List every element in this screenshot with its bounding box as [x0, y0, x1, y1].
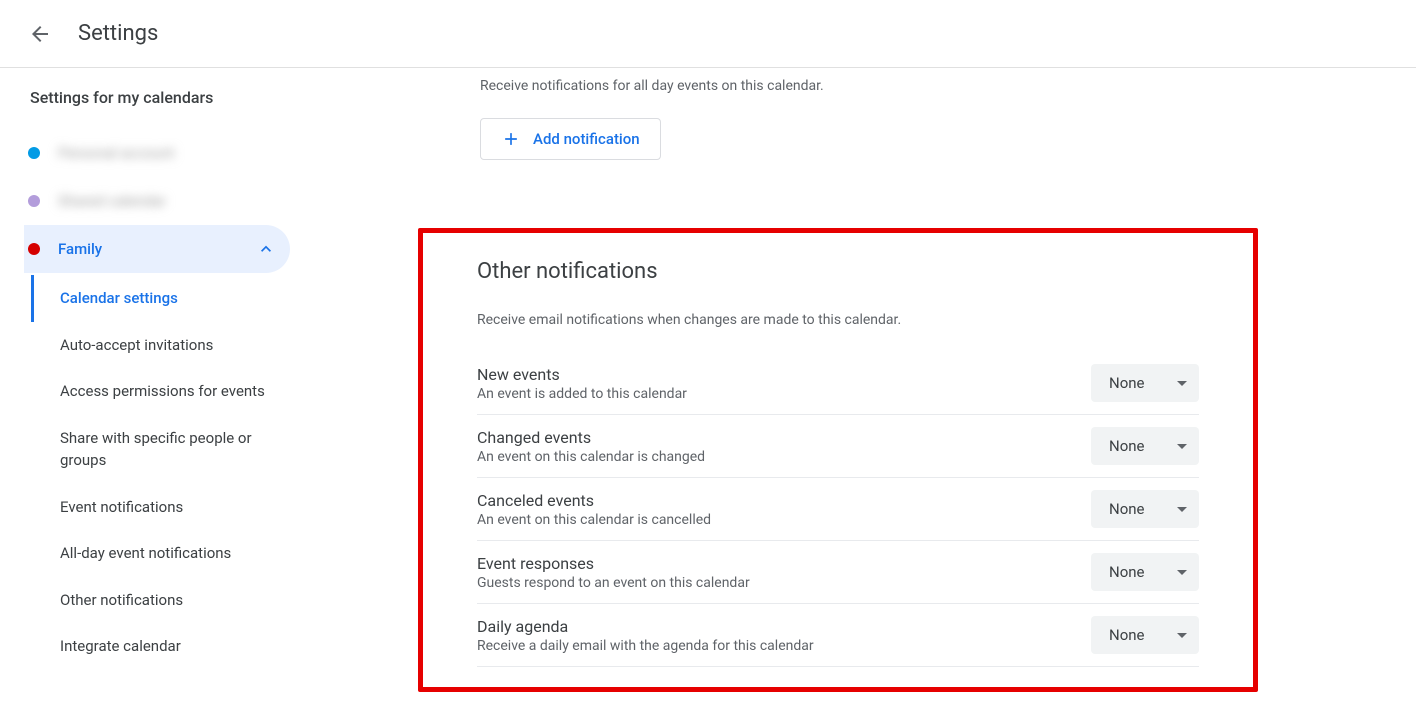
- subnav-share-people[interactable]: Share with specific people or groups: [32, 415, 300, 484]
- subnav-calendar-settings[interactable]: Calendar settings: [31, 275, 300, 322]
- notif-text: Daily agenda Receive a daily email with …: [477, 617, 1091, 654]
- subnav-allday-notifications[interactable]: All-day event notifications: [32, 530, 300, 577]
- calendar-color-dot: [28, 243, 40, 255]
- notif-text: Canceled events An event on this calenda…: [477, 491, 1091, 528]
- calendar-item[interactable]: Personal account: [24, 129, 290, 177]
- back-button[interactable]: [20, 14, 60, 54]
- calendar-label: Personal account: [58, 144, 276, 162]
- add-notification-label: Add notification: [533, 130, 640, 148]
- notif-dropdown[interactable]: None: [1091, 364, 1199, 402]
- arrow-left-icon: [28, 22, 52, 46]
- notif-dropdown[interactable]: None: [1091, 490, 1199, 528]
- dropdown-value: None: [1109, 437, 1145, 455]
- dropdown-triangle-icon: [1177, 633, 1187, 638]
- sidebar: Settings for my calendars Personal accou…: [0, 68, 300, 704]
- dropdown-triangle-icon: [1177, 381, 1187, 386]
- notif-title: New events: [477, 365, 1091, 384]
- chevron-up-icon: [256, 239, 276, 259]
- dropdown-triangle-icon: [1177, 570, 1187, 575]
- calendar-color-dot: [28, 195, 40, 207]
- subnav-event-notifications[interactable]: Event notifications: [32, 484, 300, 531]
- notif-subtitle: An event on this calendar is changed: [477, 449, 1091, 465]
- subnav-integrate-calendar[interactable]: Integrate calendar: [32, 623, 300, 670]
- dropdown-triangle-icon: [1177, 507, 1187, 512]
- notif-row-new-events: New events An event is added to this cal…: [477, 352, 1199, 415]
- notif-text: Changed events An event on this calendar…: [477, 428, 1091, 465]
- subnav: Calendar settings Auto-accept invitation…: [30, 275, 300, 670]
- other-notifications-section: Other notifications Receive email notifi…: [418, 228, 1258, 692]
- sidebar-heading: Settings for my calendars: [30, 88, 300, 107]
- notif-dropdown[interactable]: None: [1091, 553, 1199, 591]
- notif-dropdown[interactable]: None: [1091, 616, 1199, 654]
- notif-subtitle: Guests respond to an event on this calen…: [477, 575, 1091, 591]
- notif-subtitle: An event is added to this calendar: [477, 386, 1091, 402]
- calendar-label: Shared calendar: [58, 192, 276, 210]
- content: Settings for my calendars Personal accou…: [0, 68, 1416, 704]
- section-title: Other notifications: [477, 259, 1199, 284]
- notif-title: Canceled events: [477, 491, 1091, 510]
- dropdown-value: None: [1109, 563, 1145, 581]
- notif-row-event-responses: Event responses Guests respond to an eve…: [477, 541, 1199, 604]
- notif-dropdown[interactable]: None: [1091, 427, 1199, 465]
- dropdown-value: None: [1109, 626, 1145, 644]
- subnav-auto-accept[interactable]: Auto-accept invitations: [32, 322, 300, 369]
- subnav-access-permissions[interactable]: Access permissions for events: [32, 368, 300, 415]
- calendar-item-family[interactable]: Family: [24, 225, 290, 273]
- page-title: Settings: [78, 21, 158, 46]
- section-description: Receive email notifications when changes…: [477, 312, 1199, 328]
- dropdown-triangle-icon: [1177, 444, 1187, 449]
- notif-title: Event responses: [477, 554, 1091, 573]
- notif-text: New events An event is added to this cal…: [477, 365, 1091, 402]
- notif-subtitle: An event on this calendar is cancelled: [477, 512, 1091, 528]
- subnav-other-notifications[interactable]: Other notifications: [32, 577, 300, 624]
- dropdown-value: None: [1109, 500, 1145, 518]
- main-panel: Receive notifications for all day events…: [300, 68, 1416, 704]
- notif-row-canceled-events: Canceled events An event on this calenda…: [477, 478, 1199, 541]
- calendar-label: Family: [58, 240, 256, 258]
- notif-text: Event responses Guests respond to an eve…: [477, 554, 1091, 591]
- header: Settings: [0, 0, 1416, 68]
- dropdown-value: None: [1109, 374, 1145, 392]
- plus-icon: [501, 129, 521, 149]
- notif-row-daily-agenda: Daily agenda Receive a daily email with …: [477, 604, 1199, 667]
- notif-subtitle: Receive a daily email with the agenda fo…: [477, 638, 1091, 654]
- notif-title: Daily agenda: [477, 617, 1091, 636]
- calendar-color-dot: [28, 147, 40, 159]
- allday-description: Receive notifications for all day events…: [480, 78, 1376, 94]
- notif-title: Changed events: [477, 428, 1091, 447]
- notif-row-changed-events: Changed events An event on this calendar…: [477, 415, 1199, 478]
- add-notification-button[interactable]: Add notification: [480, 118, 661, 160]
- calendar-item[interactable]: Shared calendar: [24, 177, 290, 225]
